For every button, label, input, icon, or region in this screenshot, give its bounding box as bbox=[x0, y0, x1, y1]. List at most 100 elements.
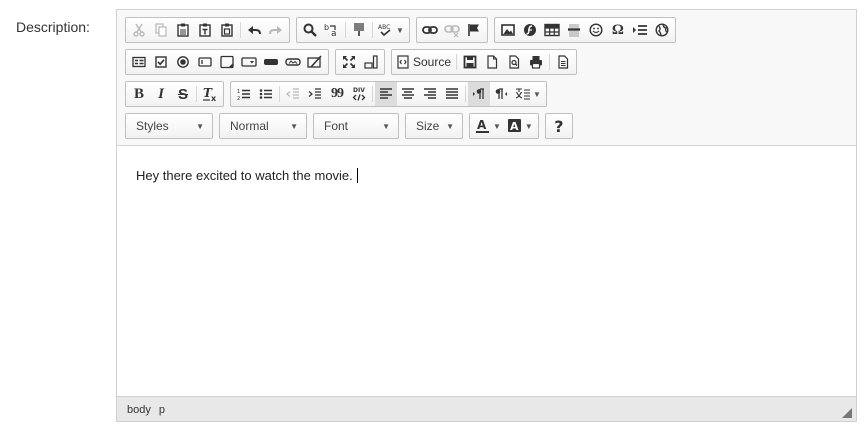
templates-icon[interactable] bbox=[552, 50, 574, 74]
undo-icon[interactable] bbox=[243, 18, 265, 42]
separator bbox=[240, 22, 241, 38]
select-field-icon[interactable] bbox=[238, 50, 260, 74]
svg-text:1: 1 bbox=[237, 89, 240, 95]
link-icon[interactable] bbox=[419, 18, 441, 42]
text-color-button[interactable]: A ▼ bbox=[472, 114, 504, 138]
resize-handle-icon[interactable] bbox=[842, 408, 852, 418]
font-dropdown-label: Font bbox=[324, 119, 349, 133]
align-left-icon[interactable] bbox=[375, 82, 397, 106]
svg-text:a: a bbox=[331, 29, 337, 37]
svg-text:ABC: ABC bbox=[378, 24, 390, 31]
replace-icon[interactable]: ba bbox=[321, 18, 343, 42]
toolbar-row-4: Styles ▼ Normal ▼ Font ▼ Size ▼ A ▼ A ▼ ? bbox=[125, 113, 579, 139]
paste-from-word-icon[interactable] bbox=[216, 18, 238, 42]
page-break-icon[interactable] bbox=[629, 18, 651, 42]
flash-icon[interactable] bbox=[519, 18, 541, 42]
editor-text: Hey there excited to watch the movie. bbox=[136, 168, 353, 183]
styles-dropdown[interactable]: Styles ▼ bbox=[125, 113, 213, 139]
text-field-icon[interactable] bbox=[194, 50, 216, 74]
separator bbox=[465, 86, 466, 102]
anchor-flag-icon[interactable] bbox=[463, 18, 485, 42]
checkbox-icon[interactable] bbox=[150, 50, 172, 74]
size-dropdown[interactable]: Size ▼ bbox=[405, 113, 463, 139]
select-all-icon[interactable] bbox=[348, 18, 370, 42]
unlink-icon[interactable] bbox=[441, 18, 463, 42]
chevron-down-icon: ▼ bbox=[196, 121, 204, 131]
svg-text:A: A bbox=[477, 118, 487, 132]
form-icon[interactable] bbox=[128, 50, 150, 74]
links-group bbox=[415, 17, 488, 43]
remove-format-icon[interactable]: Tx bbox=[199, 82, 221, 106]
smiley-icon[interactable] bbox=[585, 18, 607, 42]
paste-text-icon[interactable] bbox=[194, 18, 216, 42]
bold-button[interactable]: B bbox=[128, 82, 150, 106]
element-path: body p bbox=[127, 404, 165, 416]
maximize-icon[interactable] bbox=[338, 50, 360, 74]
path-item-body[interactable]: body bbox=[127, 404, 151, 416]
text-direction-ltr-icon[interactable] bbox=[468, 82, 490, 106]
new-page-icon[interactable] bbox=[481, 50, 503, 74]
align-right-icon[interactable] bbox=[419, 82, 441, 106]
editing-group: ba ABC ▼ bbox=[296, 17, 410, 43]
justify-icon[interactable] bbox=[441, 82, 463, 106]
path-item-p[interactable]: p bbox=[159, 404, 165, 416]
italic-button[interactable]: I bbox=[150, 82, 172, 106]
chevron-down-icon: ▼ bbox=[290, 121, 298, 131]
textarea-icon[interactable] bbox=[216, 50, 238, 74]
toolbar-row-2: Source bbox=[125, 49, 583, 75]
outdent-icon[interactable] bbox=[282, 82, 304, 106]
radio-icon[interactable] bbox=[172, 50, 194, 74]
format-dropdown[interactable]: Normal ▼ bbox=[219, 113, 307, 139]
image-icon[interactable] bbox=[497, 18, 519, 42]
clipboard-group bbox=[125, 17, 290, 43]
insert-group: Ω bbox=[493, 17, 676, 43]
spellcheck-icon[interactable]: ABC ▼ bbox=[375, 18, 407, 42]
paragraph-group: 12 99 DIV ▼ bbox=[230, 81, 547, 107]
source-button[interactable]: Source bbox=[394, 50, 454, 74]
separator bbox=[279, 86, 280, 102]
find-icon[interactable] bbox=[299, 18, 321, 42]
hidden-field-icon[interactable] bbox=[304, 50, 326, 74]
button-field-icon[interactable] bbox=[260, 50, 282, 74]
bulleted-list-icon[interactable] bbox=[255, 82, 277, 106]
text-direction-rtl-icon[interactable] bbox=[490, 82, 512, 106]
save-icon[interactable] bbox=[459, 50, 481, 74]
cut-icon[interactable] bbox=[128, 18, 150, 42]
horizontal-line-icon[interactable] bbox=[563, 18, 585, 42]
colors-group: A ▼ A ▼ bbox=[469, 113, 539, 139]
help-button[interactable]: ? bbox=[548, 114, 570, 138]
about-group: ? bbox=[544, 113, 573, 139]
align-center-icon[interactable] bbox=[397, 82, 419, 106]
numbered-list-icon[interactable]: 12 bbox=[233, 82, 255, 106]
iframe-globe-icon[interactable] bbox=[651, 18, 673, 42]
toolbar-row-1: ba ABC ▼ Ω bbox=[125, 17, 682, 43]
rich-text-editor: ba ABC ▼ Ω Source B I S T x 1 2 99 DIV ▼… bbox=[116, 9, 857, 422]
special-char-icon[interactable]: Ω bbox=[607, 18, 629, 42]
print-icon[interactable] bbox=[525, 50, 547, 74]
blockquote-button[interactable]: 99 bbox=[326, 82, 348, 106]
svg-text:2: 2 bbox=[237, 96, 240, 101]
editor-content-area[interactable]: Hey there excited to watch the movie. bbox=[117, 146, 856, 396]
font-dropdown[interactable]: Font ▼ bbox=[313, 113, 399, 139]
editor-statusbar: body p bbox=[117, 396, 856, 421]
preview-icon[interactable] bbox=[503, 50, 525, 74]
chevron-down-icon: ▼ bbox=[446, 121, 454, 131]
indent-icon[interactable] bbox=[304, 82, 326, 106]
redo-icon[interactable] bbox=[265, 18, 287, 42]
separator bbox=[372, 22, 373, 38]
svg-text:A: A bbox=[510, 120, 519, 133]
document-group: Source bbox=[391, 49, 578, 75]
toolbar-row-3: B I S Tx 12 99 DIV ▼ bbox=[125, 81, 553, 107]
copy-icon[interactable] bbox=[150, 18, 172, 42]
create-div-button[interactable]: DIV bbox=[348, 82, 370, 106]
editor-paragraph[interactable]: Hey there excited to watch the movie. bbox=[136, 168, 358, 183]
show-blocks-icon[interactable] bbox=[360, 50, 382, 74]
paste-icon[interactable] bbox=[172, 18, 194, 42]
svg-text:DIV: DIV bbox=[353, 87, 365, 94]
background-color-button[interactable]: A ▼ bbox=[504, 114, 536, 138]
language-icon[interactable]: ▼ bbox=[512, 82, 544, 106]
image-button-icon[interactable] bbox=[282, 50, 304, 74]
strikethrough-button[interactable]: S bbox=[172, 82, 194, 106]
table-icon[interactable] bbox=[541, 18, 563, 42]
separator bbox=[345, 22, 346, 38]
